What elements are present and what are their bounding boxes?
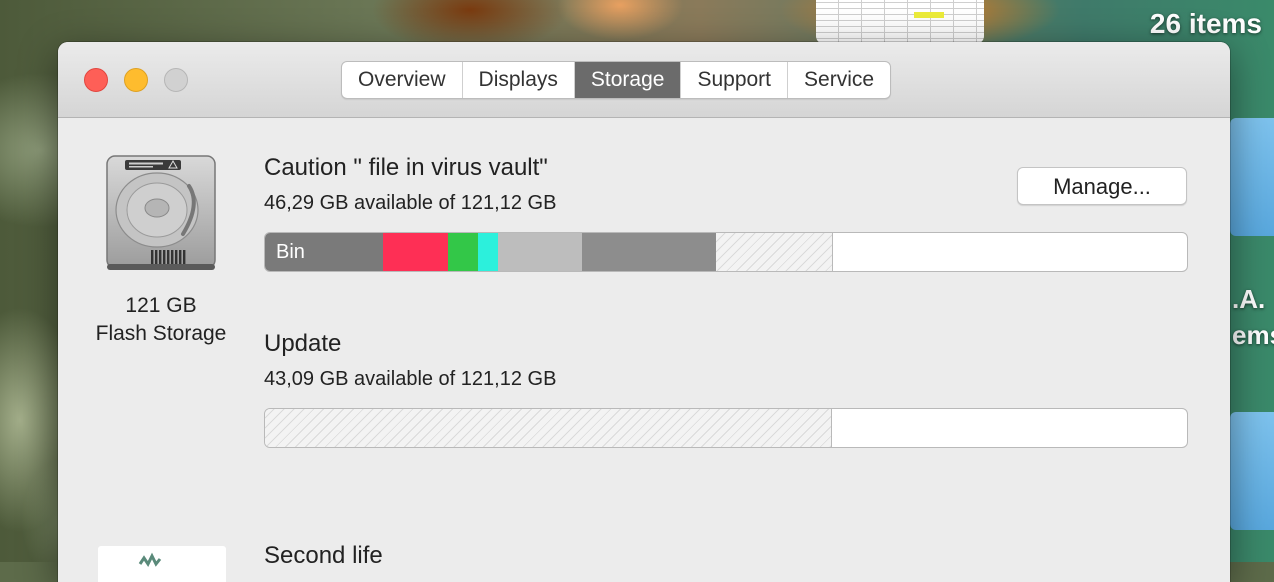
- volume-available: 46,29 GB available of 121,12 GB: [264, 192, 557, 214]
- disk-size-label: 121 GB Flash Storage: [78, 292, 244, 348]
- zoom-button[interactable]: [164, 68, 188, 92]
- storage-segment[interactable]: [383, 233, 449, 271]
- storage-segment[interactable]: [448, 233, 478, 271]
- desktop-file-thumbnail[interactable]: [816, 0, 984, 44]
- desktop-folder-label: .A.: [1232, 284, 1266, 314]
- manage-button[interactable]: Manage...: [1017, 167, 1187, 205]
- title-bar: Overview Displays Storage Support Servic…: [58, 42, 1230, 118]
- about-this-mac-window: Overview Displays Storage Support Servic…: [58, 42, 1230, 582]
- volume-title: Update: [264, 330, 342, 357]
- hard-drive-icon: [106, 155, 216, 270]
- desktop-folder-sublabel: ems: [1232, 320, 1274, 350]
- storage-usage-bar[interactable]: [264, 408, 1188, 448]
- storage-segment-other[interactable]: [715, 233, 833, 271]
- desktop-item-count: 26 items: [1149, 8, 1262, 39]
- storage-segment[interactable]: [582, 233, 716, 271]
- storage-segment[interactable]: [498, 233, 583, 271]
- storage-usage-bar[interactable]: Bin: [264, 232, 1188, 272]
- volume-available: 43,09 GB available of 121,12 GB: [264, 368, 557, 390]
- tab-overview[interactable]: Overview: [342, 62, 463, 98]
- storage-segment[interactable]: Bin: [265, 233, 384, 271]
- disk-type: Flash Storage: [95, 322, 227, 345]
- tab-storage[interactable]: Storage: [574, 62, 682, 98]
- disk-capacity: 121 GB: [125, 294, 197, 317]
- desktop-folder-icon[interactable]: [1230, 412, 1274, 530]
- volume-title: Caution " file in virus vault": [264, 154, 548, 181]
- tab-bar: Overview Displays Storage Support Servic…: [341, 61, 892, 99]
- tab-service[interactable]: Service: [788, 62, 890, 98]
- minimize-button[interactable]: [124, 68, 148, 92]
- desktop-folder-icon[interactable]: [1230, 118, 1274, 236]
- drive-icon: [98, 546, 226, 582]
- volume-title: Second life: [264, 542, 383, 569]
- close-button[interactable]: [84, 68, 108, 92]
- tab-support[interactable]: Support: [681, 62, 789, 98]
- storage-segment[interactable]: [477, 233, 499, 271]
- tab-displays[interactable]: Displays: [463, 62, 575, 98]
- storage-segment-other[interactable]: [265, 409, 833, 447]
